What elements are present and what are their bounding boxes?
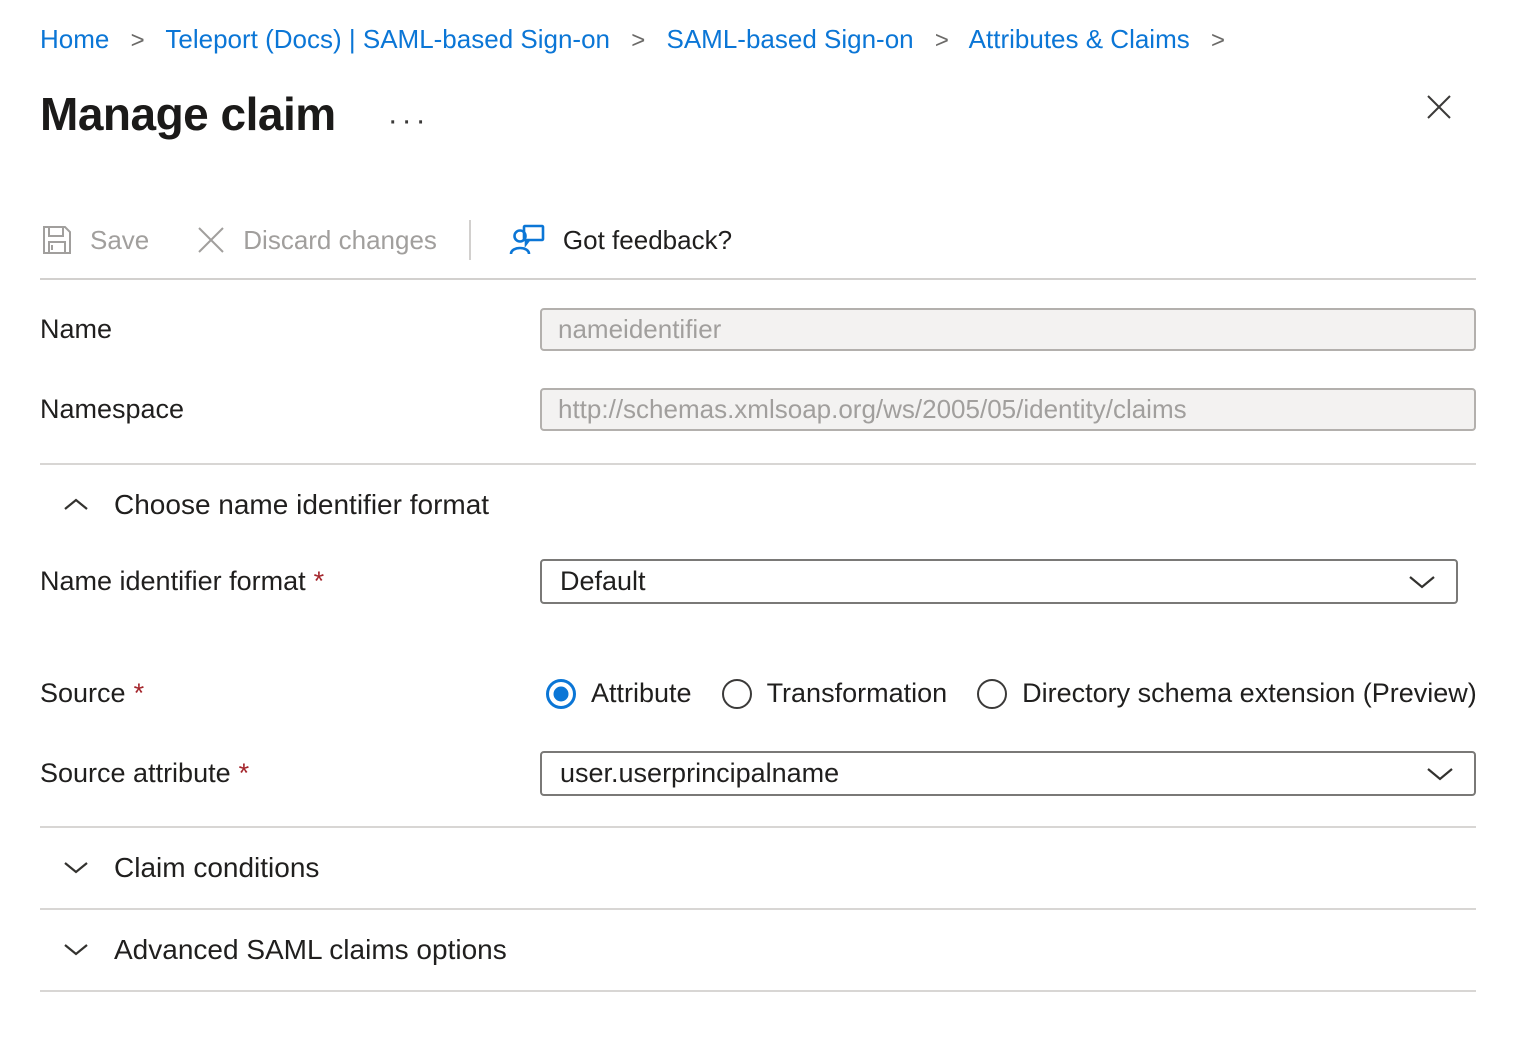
breadcrumb-link-saml-signon[interactable]: SAML-based Sign-on [666,24,913,54]
save-button[interactable]: Save [40,219,149,261]
namespace-field-row: Namespace [40,388,1476,431]
source-option-attribute[interactable]: Attribute [546,678,692,709]
chevron-down-icon [62,940,90,960]
name-label: Name [40,314,540,345]
section-claim-conditions[interactable]: Claim conditions [40,828,1476,908]
manage-claim-panel: Home > Teleport (Docs) | SAML-based Sign… [0,0,1516,992]
name-input[interactable] [540,308,1476,351]
source-row: Source* Attribute Transformation Directo… [40,678,1476,709]
breadcrumb-separator: > [631,27,645,54]
breadcrumb-separator: > [131,27,145,54]
name-identifier-format-value: Default [560,566,646,597]
page-title: Manage claim [40,87,336,141]
breadcrumb-link-home[interactable]: Home [40,24,109,54]
chevron-down-icon [62,858,90,878]
breadcrumb-separator: > [1211,27,1225,54]
name-identifier-format-row: Name identifier format* Default [40,559,1476,604]
source-option-transformation[interactable]: Transformation [722,678,948,709]
radio-button[interactable] [977,679,1007,709]
feedback-icon [507,220,547,260]
radio-label: Transformation [767,678,948,709]
radio-button[interactable] [722,679,752,709]
chevron-up-icon [62,495,90,515]
section-label: Choose name identifier format [114,489,489,521]
save-label: Save [90,225,149,256]
source-attribute-row: Source attribute* user.userprincipalname [40,751,1476,796]
breadcrumb: Home > Teleport (Docs) | SAML-based Sign… [40,22,1476,58]
toolbar-divider [469,220,471,260]
more-menu-icon[interactable]: ··· [388,104,430,138]
source-attribute-label: Source attribute* [40,758,540,789]
source-label: Source* [40,678,540,709]
source-attribute-value: user.userprincipalname [560,758,839,789]
title-row: Manage claim ··· [40,82,1476,146]
chevron-down-icon [1424,764,1456,784]
section-advanced-saml-options-wrap: Advanced SAML claims options [40,910,1476,992]
radio-button[interactable] [546,679,576,709]
source-radio-group: Attribute Transformation Directory schem… [540,678,1477,709]
section-choose-name-identifier-format[interactable]: Choose name identifier format [40,465,1476,545]
close-icon [1424,92,1454,122]
breadcrumb-separator: > [935,27,949,54]
required-asterisk: * [314,566,325,596]
required-asterisk: * [134,678,145,708]
namespace-input[interactable] [540,388,1476,431]
section-label: Advanced SAML claims options [114,934,507,966]
breadcrumb-link-attributes-claims[interactable]: Attributes & Claims [969,24,1190,54]
name-identifier-format-dropdown[interactable]: Default [540,559,1458,604]
namespace-label: Namespace [40,394,540,425]
got-feedback-button[interactable]: Got feedback? [507,216,732,264]
source-attribute-dropdown[interactable]: user.userprincipalname [540,751,1476,796]
section-label: Claim conditions [114,852,319,884]
radio-label: Directory schema extension (Preview) [1022,678,1477,709]
chevron-down-icon [1406,572,1438,592]
got-feedback-label: Got feedback? [563,225,732,256]
section-claim-conditions-wrap: Claim conditions [40,828,1476,910]
discard-changes-button[interactable]: Discard changes [195,220,437,260]
name-field-row: Name [40,308,1476,351]
discard-changes-label: Discard changes [243,225,437,256]
name-identifier-format-label: Name identifier format* [40,566,540,597]
breadcrumb-link-app[interactable]: Teleport (Docs) | SAML-based Sign-on [165,24,610,54]
required-asterisk: * [239,758,250,788]
discard-icon [195,224,227,256]
command-bar: Save Discard changes Got feedback? [40,216,1476,264]
section-advanced-saml-claims-options[interactable]: Advanced SAML claims options [40,910,1476,990]
radio-label: Attribute [591,678,692,709]
toolbar-rule [40,278,1476,280]
source-option-directory-schema-extension[interactable]: Directory schema extension (Preview) [977,678,1477,709]
save-icon [40,223,74,257]
close-button[interactable] [1418,86,1460,128]
